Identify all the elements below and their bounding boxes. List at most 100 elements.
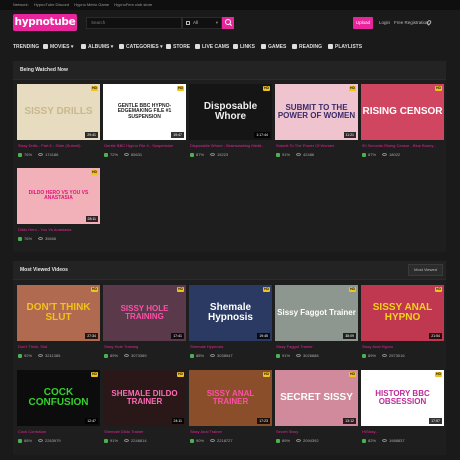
nav-label: TRENDING bbox=[13, 44, 40, 50]
video-card[interactable]: Disposable Whore HD 1:17:44 Disposable Whor… bbox=[189, 84, 272, 162]
video-card[interactable]: SISSY DRILLS HD 29:41 Sissy Drills - Part 6… bbox=[17, 84, 100, 162]
nav-games[interactable]: GAMES bbox=[261, 42, 286, 53]
video-card[interactable]: DON'T THINK SLUT HD 27:34 Don't Think, Slut… bbox=[17, 285, 100, 363]
video-thumbnail[interactable]: DON'T THINK SLUT HD 27:34 bbox=[17, 285, 100, 341]
video-title[interactable]: Shemale Hypnosis bbox=[190, 344, 272, 349]
section-title: Most Viewed Videos bbox=[20, 267, 68, 273]
video-card[interactable]: SISSY ANAL TRAINER HD 17:23 Sissy Anal Trai… bbox=[189, 370, 272, 448]
video-title[interactable]: Sissy Anal Hypno bbox=[362, 344, 444, 349]
video-title[interactable]: Sissy Drills - Part 6 - Slide (Submit) bbox=[18, 143, 100, 148]
video-views: 2246814 bbox=[131, 438, 147, 443]
search-scope-select[interactable]: All ▾ bbox=[182, 17, 222, 29]
video-rating: 89% bbox=[110, 353, 119, 358]
nav-reading[interactable]: READING bbox=[292, 42, 322, 53]
webcam-icon bbox=[195, 43, 200, 49]
hd-badge: HD bbox=[435, 287, 442, 292]
nav-trending[interactable]: TRENDING bbox=[13, 42, 39, 53]
network-link-store[interactable]: HypnoFem club store bbox=[114, 2, 152, 7]
video-rating: 88% bbox=[196, 353, 205, 358]
video-title[interactable]: Shemale Dildo Trainer bbox=[104, 429, 186, 434]
playlist-icon bbox=[328, 43, 333, 49]
video-duration: 1:17:44 bbox=[254, 132, 270, 138]
video-meta: 82% 1988837 bbox=[362, 438, 444, 443]
nav-live-cams[interactable]: LIVE CAMS bbox=[195, 42, 229, 53]
video-thumbnail[interactable]: COCK CONFUSION HD 12:47 bbox=[17, 370, 100, 426]
video-thumbnail[interactable]: Shemale Hypnosis HD 19:45 bbox=[189, 285, 272, 341]
video-title[interactable]: Sissy Anal Trainer bbox=[190, 429, 272, 434]
thumbs-up-icon bbox=[104, 438, 108, 443]
video-rating: 89% bbox=[282, 438, 291, 443]
video-title[interactable]: Secret Sissy bbox=[276, 429, 358, 434]
video-title[interactable]: Gentle BBC Hypno File 4 - Suspension bbox=[104, 143, 186, 148]
login-link[interactable]: Login bbox=[379, 17, 390, 29]
video-title[interactable]: Sissy Faggot Trainer bbox=[276, 344, 358, 349]
nav-links[interactable]: LINKS bbox=[233, 42, 255, 53]
network-link-discord[interactable]: HypnoTube Discord bbox=[34, 2, 69, 7]
nav-movies[interactable]: MOVIES ▾ bbox=[43, 42, 73, 53]
thumbnail-text: RISING CENSOR bbox=[362, 105, 443, 117]
video-views: 18022 bbox=[389, 152, 401, 157]
video-meta: 90% 2218727 bbox=[190, 438, 272, 443]
video-card[interactable]: COCK CONFUSION HD 12:47 Cock Confusion 88% 22… bbox=[17, 370, 100, 448]
video-card[interactable]: SUBMIT TO THE POWER OF WOMEN HD 11:21 Submi… bbox=[275, 84, 358, 162]
video-thumbnail[interactable]: SISSY ANAL TRAINER HD 17:23 bbox=[189, 370, 272, 426]
book-icon bbox=[292, 43, 297, 49]
video-views: 35606 bbox=[45, 236, 57, 241]
video-thumbnail[interactable]: SISSY HOLE TRAINING HD 17:41 bbox=[103, 285, 186, 341]
camera-icon bbox=[81, 43, 86, 49]
video-title[interactable]: Dildo Hero - You Vs Anastasia bbox=[18, 227, 100, 232]
video-card[interactable]: SISSY ANAL HYPNO HD 21:54 Sissy Anal Hypno 8… bbox=[361, 285, 444, 363]
video-duration: 11:21 bbox=[343, 132, 356, 138]
video-card[interactable]: DILDO HERO VS YOU VS ANASTASIA HD 28:11 Dil… bbox=[17, 168, 100, 246]
video-meta: 76% 35606 bbox=[18, 236, 100, 241]
video-thumbnail[interactable]: SUBMIT TO THE POWER OF WOMEN HD 11:21 bbox=[275, 84, 358, 140]
logo[interactable]: hypnotube bbox=[13, 14, 77, 31]
video-thumbnail[interactable]: RISING CENSOR HD bbox=[361, 84, 444, 140]
video-title[interactable]: Sissy Hole Training bbox=[104, 344, 186, 349]
video-title[interactable]: Submit To The Power Of Women bbox=[276, 143, 358, 148]
thumbs-up-icon bbox=[18, 438, 22, 443]
network-link-game[interactable]: Hypno Metro Game bbox=[74, 2, 109, 7]
video-card[interactable]: Shemale Hypnosis HD 19:45 Shemale Hypnosis 8… bbox=[189, 285, 272, 363]
eye-icon bbox=[296, 354, 302, 357]
video-title[interactable]: HISissy... bbox=[362, 429, 444, 434]
video-thumbnail[interactable]: SECRET SISSY HD 13:12 bbox=[275, 370, 358, 426]
video-thumbnail[interactable]: HISTORY BBC OBSESSION HD 17:57 bbox=[361, 370, 444, 426]
video-thumbnail[interactable]: SISSY DRILLS HD 29:41 bbox=[17, 84, 100, 140]
video-views: 2218727 bbox=[217, 438, 233, 443]
video-thumbnail[interactable]: DILDO HERO VS YOU VS ANASTASIA HD 28:11 bbox=[17, 168, 100, 224]
eye-icon bbox=[124, 439, 130, 442]
video-title[interactable]: Don't Think, Slut bbox=[18, 344, 100, 349]
register-link[interactable]: Free Registration bbox=[394, 17, 429, 29]
video-views: 85631 bbox=[131, 152, 143, 157]
video-thumbnail[interactable]: GENTLE BBC HYPNO-EDGEMAKING FILE #1 SUSP… bbox=[103, 84, 186, 140]
nav-store[interactable]: STORE bbox=[166, 42, 190, 53]
video-card[interactable]: SHEMALE DILDO TRAINER HD 24:11 Shemale Dild… bbox=[103, 370, 186, 448]
being-watched-section: Being Watched Now SISSY DRILLS HD 29:41 Sis… bbox=[13, 61, 446, 252]
search-button[interactable] bbox=[222, 17, 234, 29]
nav-albums[interactable]: ALBUMS ▾ bbox=[81, 42, 113, 53]
video-thumbnail[interactable]: SISSY ANAL HYPNO HD 21:54 bbox=[361, 285, 444, 341]
video-meta: 91% 2246814 bbox=[104, 438, 186, 443]
video-title[interactable]: 90 Seconds Rising Censor - Blue Bunny... bbox=[362, 143, 444, 148]
eye-icon bbox=[296, 439, 302, 442]
video-card[interactable]: Sissy Faggot Trainer HD 38:09 Sissy Faggot … bbox=[275, 285, 358, 363]
nav-playlists[interactable]: PLAYLISTS bbox=[328, 42, 362, 53]
video-card[interactable]: GENTLE BBC HYPNO-EDGEMAKING FILE #1 SUSP… bbox=[103, 84, 186, 162]
video-card[interactable]: SECRET SISSY HD 13:12 Secret Sissy 89% 209439… bbox=[275, 370, 358, 448]
location-pin-icon[interactable] bbox=[425, 19, 433, 26]
search-input[interactable]: Search bbox=[86, 17, 182, 29]
video-thumbnail[interactable]: SHEMALE DILDO TRAINER HD 24:11 bbox=[103, 370, 186, 426]
upload-button[interactable]: Upload bbox=[353, 17, 373, 29]
video-title[interactable]: Cock Confusion bbox=[18, 429, 100, 434]
hd-badge: HD bbox=[263, 372, 270, 377]
nav-categories[interactable]: CATEGORIES ▾ bbox=[119, 42, 163, 53]
most-viewed-button[interactable]: Most Viewed bbox=[408, 264, 443, 276]
video-title[interactable]: Disposable Whore - Brainwashing Medit... bbox=[190, 143, 272, 148]
video-rating: 72% bbox=[110, 152, 119, 157]
video-card[interactable]: SISSY HOLE TRAINING HD 17:41 Sissy Hole Tra… bbox=[103, 285, 186, 363]
video-thumbnail[interactable]: Sissy Faggot Trainer HD 38:09 bbox=[275, 285, 358, 341]
video-card[interactable]: HISTORY BBC OBSESSION HD 17:57 HISissy... 82… bbox=[361, 370, 444, 448]
video-card[interactable]: RISING CENSOR HD 90 Seconds Rising Censor … bbox=[361, 84, 444, 162]
video-thumbnail[interactable]: Disposable Whore HD 1:17:44 bbox=[189, 84, 272, 140]
